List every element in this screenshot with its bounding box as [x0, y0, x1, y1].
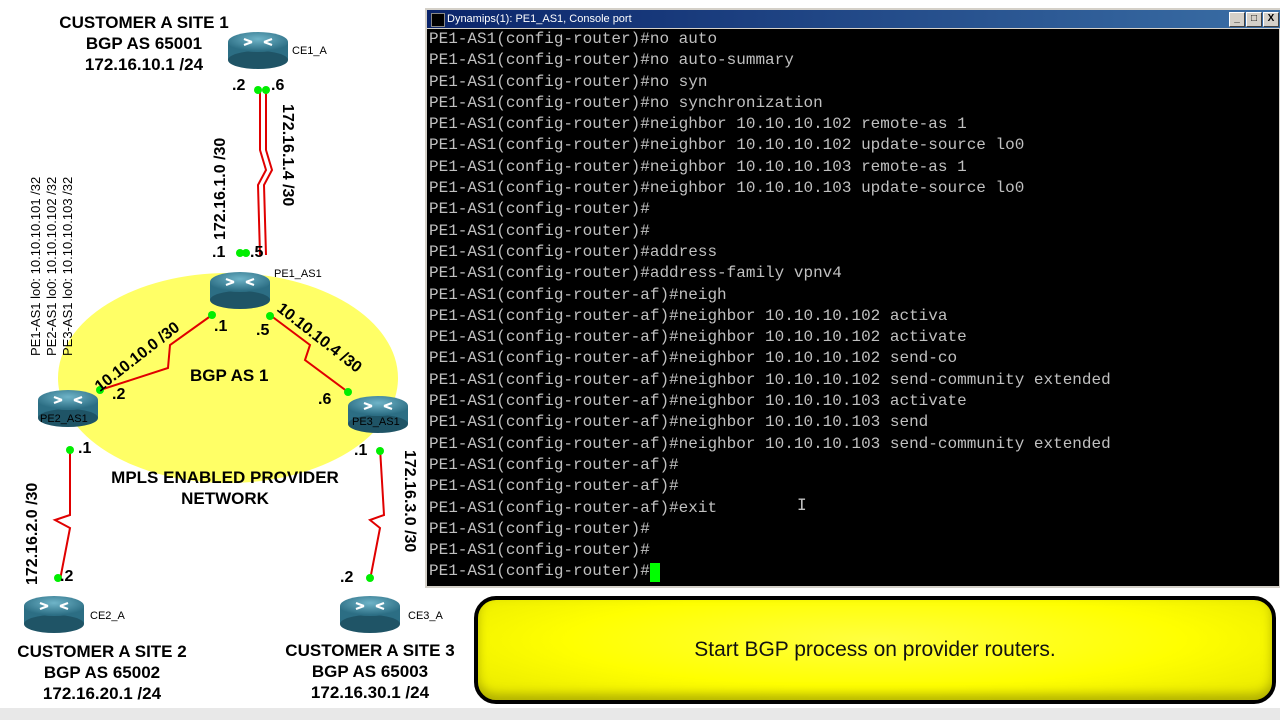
caption-banner: Start BGP process on provider routers. — [474, 596, 1276, 704]
terminal-line: PE1-AS1(config-router-af)#neighbor 10.10… — [429, 370, 1111, 389]
terminal-line: PE1-AS1(config-router)# — [429, 562, 650, 581]
terminal-line: PE1-AS1(config-router)#no auto — [429, 30, 718, 48]
pe1-iface-a: .1 — [212, 244, 226, 261]
dot-pe3-b — [376, 447, 384, 455]
minimize-button[interactable]: _ — [1229, 12, 1245, 27]
site3-name: CUSTOMER A SITE 3 — [285, 641, 455, 660]
ce3-name: CE3_A — [408, 610, 443, 622]
ce3-iface: .2 — [340, 569, 354, 586]
site2-name: CUSTOMER A SITE 2 — [17, 642, 187, 661]
terminal-line: PE1-AS1(config-router)#no syn — [429, 72, 708, 91]
loopback-pe3: PE3-AS1 lo0: 10.10.10.103 /32 — [60, 176, 75, 356]
network-topology-diagram: CUSTOMER A SITE 1 BGP AS 65001 172.16.10… — [0, 0, 454, 720]
terminal-line: PE1-AS1(config-router)#no synchronizatio… — [429, 93, 823, 112]
site1-as: BGP AS 65001 — [85, 34, 203, 53]
console-title: Dynamips(1): PE1_AS1, Console port — [447, 13, 632, 25]
site1-label: CUSTOMER A SITE 1 BGP AS 65001 172.16.10… — [44, 12, 244, 75]
terminal-line: PE1-AS1(config-router)# — [429, 541, 650, 560]
site3-as: BGP AS 65003 — [311, 662, 429, 681]
maximize-button[interactable]: □ — [1246, 12, 1262, 27]
terminal-line: PE1-AS1(config-router)# — [429, 200, 650, 219]
pe2-iface-a: .2 — [112, 386, 126, 403]
ce2-iface: .2 — [60, 568, 74, 585]
pe2-iface-b: .1 — [78, 440, 92, 457]
link-label-l1: 172.16.1.0 /30 — [212, 137, 229, 240]
site3-label: CUSTOMER A SITE 3 BGP AS 65003 172.16.30… — [272, 640, 468, 703]
terminal-line: PE1-AS1(config-router)# — [429, 221, 650, 240]
caption-text: Start BGP process on provider routers. — [694, 638, 1056, 661]
dot-pe1-b — [242, 249, 250, 257]
router-ce2-icon[interactable] — [22, 594, 86, 635]
core-as-label: BGP AS 1 — [190, 366, 269, 385]
console-app-icon — [431, 13, 445, 27]
dot-ce1-a — [254, 86, 262, 94]
pe3-iface-b: .1 — [354, 442, 368, 459]
terminal-line: PE1-AS1(config-router)# — [429, 519, 650, 538]
terminal-line: PE1-AS1(config-router)#neighbor 10.10.10… — [429, 115, 967, 134]
ibeam-cursor-icon: I — [797, 495, 807, 514]
pe1-name: PE1_AS1 — [274, 268, 322, 280]
dot-pe3-a — [344, 388, 352, 396]
terminal-line: PE1-AS1(config-router-af)#neighbor 10.10… — [429, 434, 1111, 453]
terminal-line: PE1-AS1(config-router-af)#neighbor 10.10… — [429, 328, 967, 347]
terminal-line: PE1-AS1(config-router-af)#neighbor 10.10… — [429, 306, 948, 325]
ce1-iface-a: .2 — [232, 77, 246, 94]
pe1-iface-d: .5 — [256, 322, 270, 339]
link-label-l6: 172.16.3.0 /30 — [401, 450, 418, 553]
ce2-name: CE2_A — [90, 610, 125, 622]
pe2-name: PE2_AS1 — [40, 413, 88, 425]
link-pe2-ce2 — [52, 448, 72, 581]
core-network-label-line1: MPLS ENABLED PROVIDER — [111, 468, 339, 487]
site2-label: CUSTOMER A SITE 2 BGP AS 65002 172.16.20… — [4, 641, 200, 704]
site2-addr: 172.16.20.1 /24 — [42, 684, 162, 703]
terminal-line: PE1-AS1(config-router-af)#neighbor 10.10… — [429, 392, 967, 411]
bottom-strip — [0, 708, 1280, 720]
router-pe1-icon[interactable] — [208, 270, 272, 311]
terminal-line: PE1-AS1(config-router-af)#exit — [429, 498, 718, 517]
terminal-line: PE1-AS1(config-router)#neighbor 10.10.10… — [429, 179, 1025, 198]
dot-pe2-b — [66, 446, 74, 454]
link-label-l5: 172.16.2.0 /30 — [24, 482, 41, 585]
console-titlebar[interactable]: Dynamips(1): PE1_AS1, Console port _ □ X — [427, 10, 1280, 28]
loopback-pe1: PE1-AS1 lo0: 10.10.10.101 /32 — [28, 176, 43, 356]
terminal-output[interactable]: PE1-AS1(config-router)#no auto PE1-AS1(co… — [427, 29, 1279, 586]
terminal-lines: PE1-AS1(config-router)#no auto PE1-AS1(co… — [427, 29, 1279, 583]
core-network-label-line2: NETWORK — [181, 489, 269, 508]
pe1-iface-b: .5 — [250, 244, 264, 261]
terminal-line: PE1-AS1(config-router)#no auto-summary — [429, 51, 794, 70]
site1-name: CUSTOMER A SITE 1 — [59, 13, 229, 32]
router-ce3-icon[interactable] — [338, 594, 402, 635]
loopback-list: PE1-AS1 lo0: 10.10.10.101 /32 PE2-AS1 lo… — [28, 116, 76, 356]
pe3-name: PE3_AS1 — [352, 416, 400, 428]
terminal-line: PE1-AS1(config-router)#neighbor 10.10.10… — [429, 136, 1025, 155]
site1-addr: 172.16.10.1 /24 — [84, 55, 204, 74]
terminal-line: PE1-AS1(config-router)#neighbor 10.10.10… — [429, 157, 967, 176]
terminal-line: PE1-AS1(config-router-af)# — [429, 477, 679, 496]
terminal-line: PE1-AS1(config-router-af)#neigh — [429, 285, 727, 304]
ce1-iface-b: .6 — [271, 77, 285, 94]
pe3-iface-a: .6 — [318, 391, 332, 408]
core-network-label: MPLS ENABLED PROVIDER NETWORK — [100, 467, 350, 509]
terminal-cursor — [649, 562, 660, 582]
ce1-name: CE1_A — [292, 45, 327, 57]
site3-addr: 172.16.30.1 /24 — [310, 683, 430, 702]
link-pe3-ce3 — [367, 447, 386, 581]
terminal-line: PE1-AS1(config-router)#address — [429, 242, 718, 261]
terminal-line: PE1-AS1(config-router-af)#neighbor 10.10… — [429, 349, 958, 368]
loopback-pe2: PE2-AS1 lo0: 10.10.10.102 /32 — [44, 176, 59, 356]
console-window[interactable]: Dynamips(1): PE1_AS1, Console port _ □ X… — [424, 8, 1280, 588]
terminal-line: PE1-AS1(config-router-af)#neighbor 10.10… — [429, 413, 929, 432]
site2-as: BGP AS 65002 — [43, 663, 161, 682]
pe1-iface-c: .1 — [214, 318, 228, 335]
terminal-line: PE1-AS1(config-router-af)# — [429, 455, 679, 474]
terminal-line: PE1-AS1(config-router)#address-family vp… — [429, 264, 842, 283]
link-label-l2: 172.16.1.4 /30 — [279, 104, 296, 207]
dot-ce1-b — [262, 86, 270, 94]
dot-ce3 — [366, 574, 374, 582]
close-button[interactable]: X — [1263, 12, 1279, 27]
